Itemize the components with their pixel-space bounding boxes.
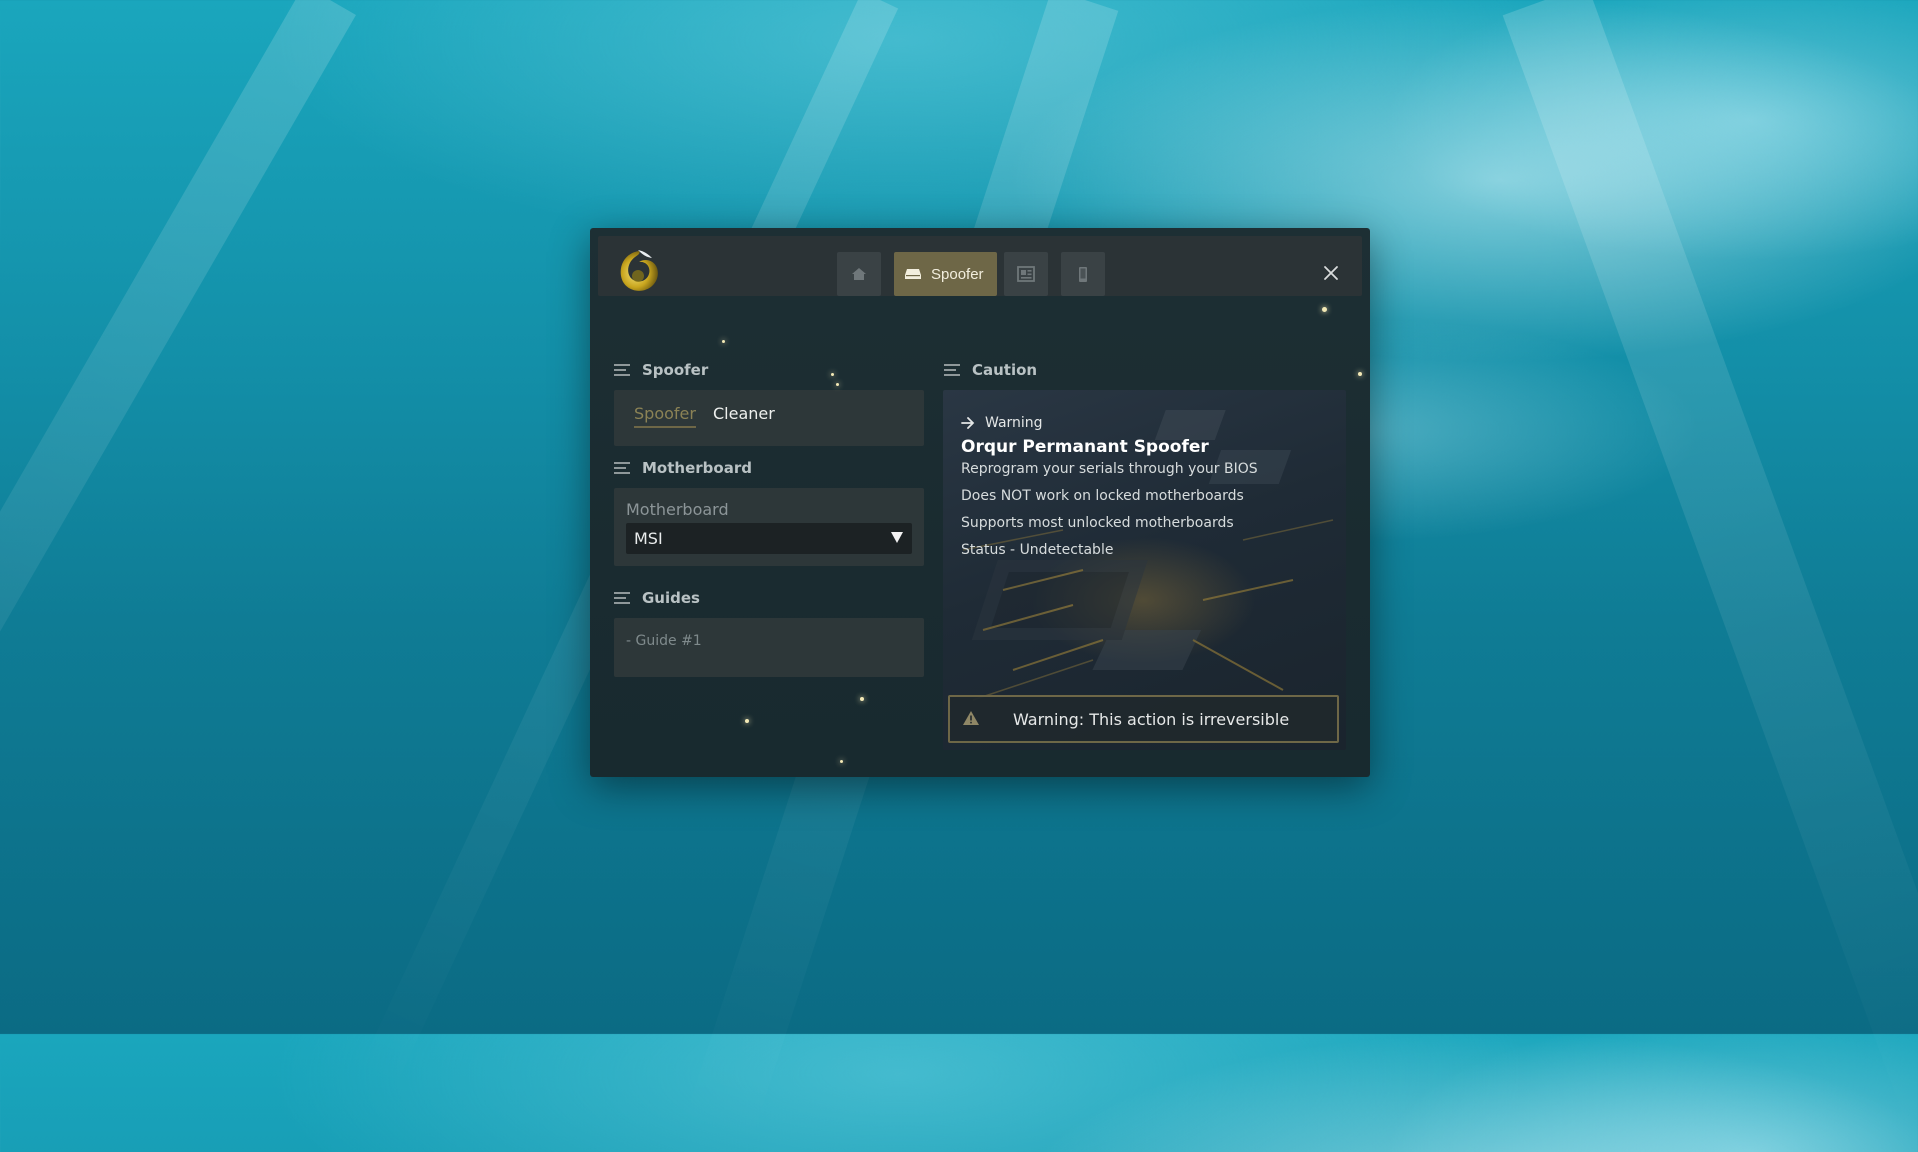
menu-lines-icon xyxy=(614,462,630,474)
spoofer-section-header: Spoofer xyxy=(614,360,708,380)
tab-spoofer[interactable]: Spoofer xyxy=(634,404,696,428)
caution-kicker: Warning xyxy=(961,414,1336,432)
warning-triangle-icon xyxy=(963,711,979,725)
particle xyxy=(1322,307,1327,312)
particle xyxy=(836,383,839,386)
nav-spoofer-button[interactable]: Spoofer xyxy=(894,252,997,296)
menu-lines-icon xyxy=(614,592,630,604)
particle xyxy=(860,697,864,701)
arrow-right-icon xyxy=(961,417,975,429)
news-icon xyxy=(1017,266,1035,282)
particle xyxy=(722,340,725,343)
motherboard-section-title: Motherboard xyxy=(642,459,752,477)
drive-icon xyxy=(905,269,921,279)
guides-section-header: Guides xyxy=(614,588,700,608)
light-ray xyxy=(1502,0,1918,1144)
caution-line: Supports most unlocked motherboards xyxy=(961,515,1234,531)
caution-heading: Orqur Permanant Spoofer xyxy=(961,437,1209,457)
close-icon xyxy=(1324,266,1338,280)
nav-spoofer-label: Spoofer xyxy=(931,265,984,283)
menu-lines-icon xyxy=(944,364,960,376)
app-window: Spoofer Spoofer Spoofer Cleaner Motherbo… xyxy=(590,228,1370,777)
particle xyxy=(745,719,749,723)
caret-down-icon xyxy=(891,532,903,543)
caution-kicker-label: Warning xyxy=(985,415,1043,431)
motherboard-select-value: MSI xyxy=(634,529,663,548)
caution-section-header: Caution xyxy=(944,360,1037,380)
guides-section-title: Guides xyxy=(642,589,700,607)
motherboard-section-header: Motherboard xyxy=(614,458,752,478)
particle xyxy=(831,373,834,376)
motherboard-select[interactable]: MSI xyxy=(626,523,912,554)
nav-phone-button[interactable] xyxy=(1061,252,1105,296)
caution-line: Does NOT work on locked motherboards xyxy=(961,488,1244,504)
motherboard-field-label: Motherboard xyxy=(626,500,729,519)
nav-home-button[interactable] xyxy=(837,252,881,296)
nav-news-button[interactable] xyxy=(1004,252,1048,296)
title-bar: Spoofer xyxy=(598,236,1362,296)
guide-link[interactable]: - Guide #1 xyxy=(626,633,702,649)
tab-cleaner[interactable]: Cleaner xyxy=(713,404,775,426)
particle xyxy=(840,760,843,763)
particle xyxy=(1358,372,1362,376)
spoofer-section-title: Spoofer xyxy=(642,361,709,379)
app-logo xyxy=(620,250,658,291)
motherboard-panel: Motherboard MSI xyxy=(614,488,924,566)
caution-line: Status - Undetectable xyxy=(961,542,1114,558)
close-button[interactable] xyxy=(1322,264,1340,282)
light-ray xyxy=(0,0,356,1055)
irreversible-warning-banner: Warning: This action is irreversible xyxy=(948,695,1339,743)
caution-line: Reprogram your serials through your BIOS xyxy=(961,461,1258,477)
phone-icon xyxy=(1079,266,1087,282)
caution-content: Warning Orqur Permanant Spoofer Reprogra… xyxy=(961,414,1336,560)
guides-panel: - Guide #1 xyxy=(614,618,924,677)
home-icon xyxy=(852,268,866,280)
menu-lines-icon xyxy=(614,364,630,376)
caution-section-title: Caution xyxy=(972,361,1038,379)
warning-banner-text: Warning: This action is irreversible xyxy=(1013,709,1290,729)
spoofer-tabs-panel: Spoofer Cleaner xyxy=(614,390,924,446)
